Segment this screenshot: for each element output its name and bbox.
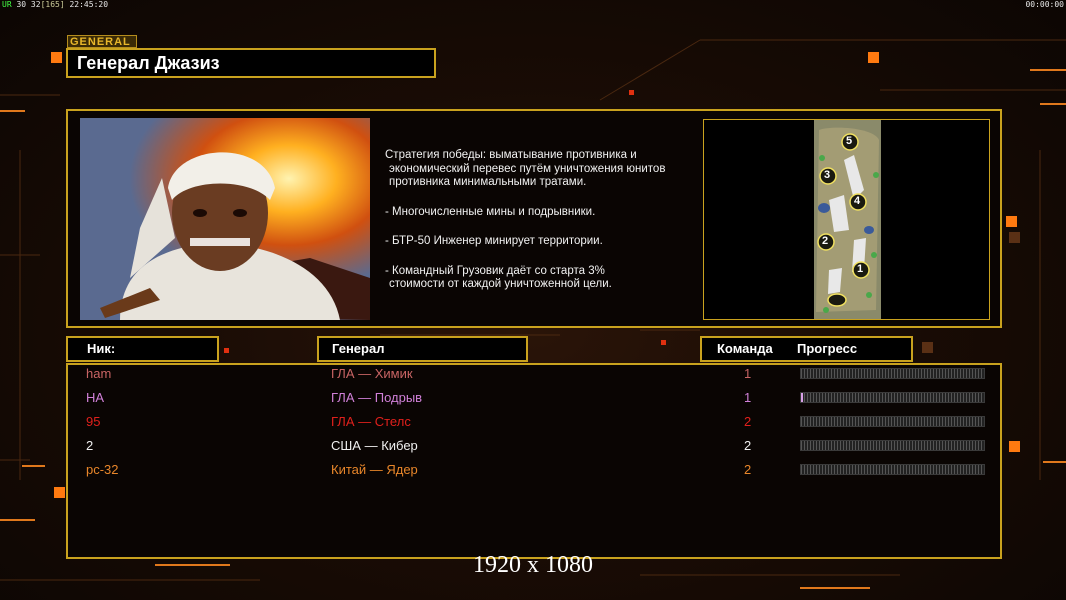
column-header-general[interactable]: Генерал <box>317 336 528 362</box>
player-row[interactable]: pc-32 Китай — Ядер 2 <box>0 460 1066 482</box>
column-header-nick[interactable]: Ник: <box>66 336 219 362</box>
minimap <box>814 120 881 319</box>
description-line: экономический перевес путём уничтожения … <box>389 162 666 175</box>
player-nick: HA <box>86 390 105 405</box>
resolution-watermark: 1920 x 1080 <box>473 552 593 578</box>
fps-values: 30 32 <box>16 0 41 9</box>
ability-bullet: - Командный Грузовик даёт со старта 3% <box>385 264 605 277</box>
column-header-team-progress: Команда Прогресс <box>700 336 913 362</box>
player-nick: 2 <box>86 438 94 453</box>
player-nick: ham <box>86 366 112 381</box>
player-team: 2 <box>744 462 752 477</box>
ability-bullet-continued: стоимости от каждой уничтоженной цели. <box>389 278 612 290</box>
start-position-label: 4 <box>854 195 861 207</box>
player-progress-bar <box>800 440 985 451</box>
fps-label: UR <box>2 0 12 9</box>
player-team: 2 <box>744 414 752 429</box>
fps-readout: UR 30 32[165] 22:45:20 <box>2 0 108 9</box>
player-nick: 95 <box>86 414 101 429</box>
frame-count: [165] <box>40 0 65 9</box>
column-header-team[interactable]: Команда <box>717 341 773 356</box>
player-progress-bar <box>800 464 985 475</box>
general-name: Генерал Джазиз <box>66 48 436 78</box>
general-tag: GENERAL <box>67 35 137 48</box>
player-general: ГЛА — Подрыв <box>331 390 423 405</box>
general-description: Стратегия победы: выматывание противника… <box>385 149 705 292</box>
player-row[interactable]: 95 ГЛА — Стелс 2 <box>0 412 1066 434</box>
player-general: Китай — Ядер <box>331 462 418 477</box>
clock: 22:45:20 <box>69 0 109 9</box>
game-timer: 00:00:00 <box>1025 0 1064 9</box>
player-team: 1 <box>744 366 752 381</box>
column-header-progress[interactable]: Прогресс <box>797 338 857 360</box>
player-progress-bar <box>800 368 985 379</box>
progress-fill <box>801 393 803 402</box>
start-position-label: 5 <box>846 135 853 147</box>
player-general: США — Кибер <box>331 438 418 453</box>
general-portrait <box>80 118 370 320</box>
map-preview[interactable]: 5 3 4 2 1 <box>703 119 990 320</box>
description-line: Стратегия победы: выматывание противника… <box>385 149 637 161</box>
ability-bullet: - Многочисленные мины и подрывники. <box>385 205 596 218</box>
player-team: 1 <box>744 390 752 405</box>
start-position-label: 3 <box>824 169 831 181</box>
player-general: ГЛА — Стелс <box>331 414 411 429</box>
start-position-label: 1 <box>857 263 864 275</box>
player-progress-bar <box>800 416 985 427</box>
player-row[interactable]: 2 США — Кибер 2 <box>0 436 1066 458</box>
description-line: противника минимальными тратами. <box>389 176 587 188</box>
start-position-label: 2 <box>822 235 829 247</box>
player-nick: pc-32 <box>86 462 119 477</box>
player-general: ГЛА — Химик <box>331 366 413 381</box>
player-row[interactable]: HA ГЛА — Подрыв 1 <box>0 388 1066 410</box>
player-row[interactable]: ham ГЛА — Химик 1 <box>0 364 1066 386</box>
player-team: 2 <box>744 438 752 453</box>
ability-bullet: - БТР-50 Инженер минирует территории. <box>385 235 603 247</box>
player-progress-bar <box>800 392 985 403</box>
